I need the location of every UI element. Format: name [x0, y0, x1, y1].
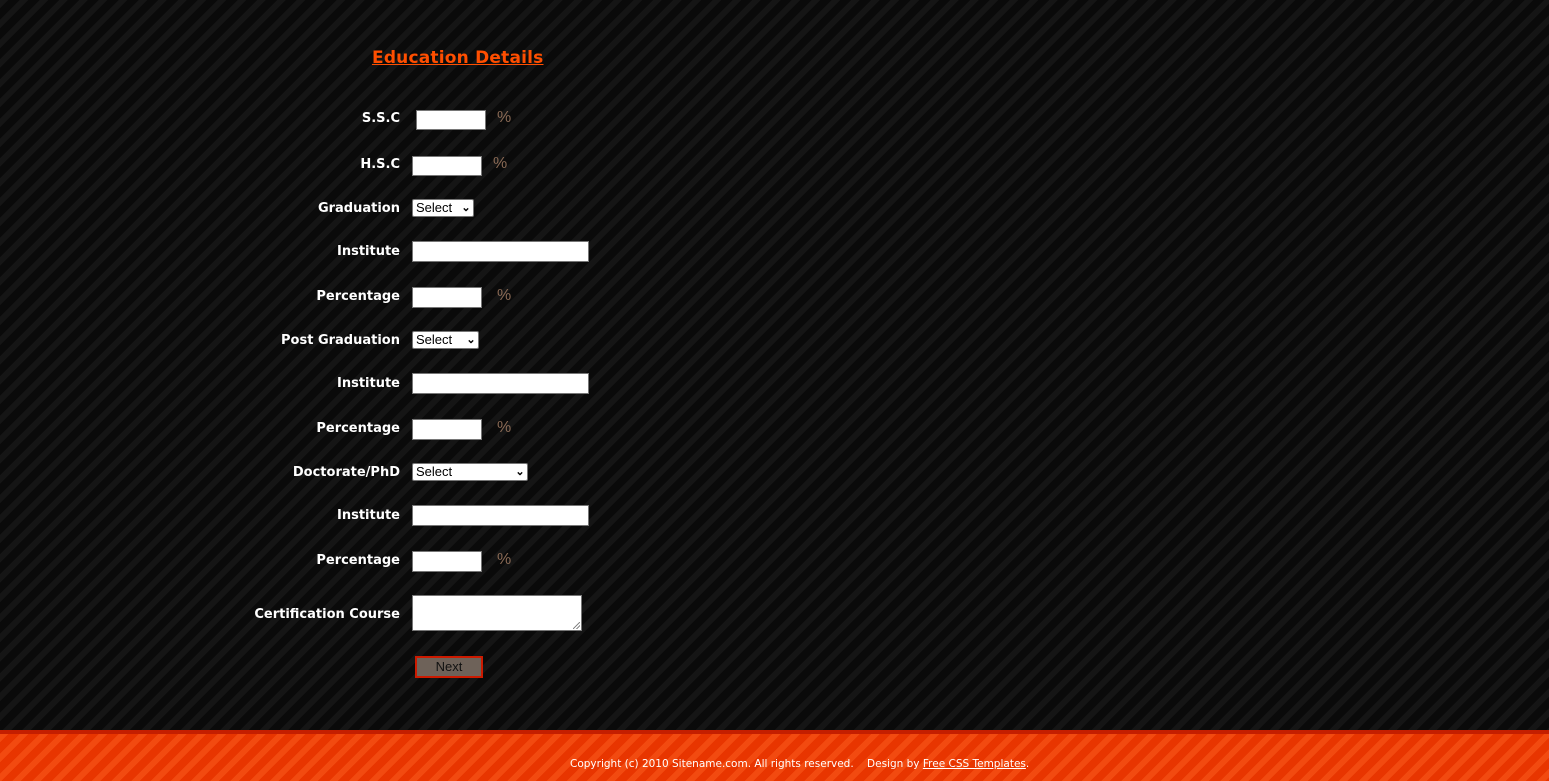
footer-period: . — [1025, 758, 1030, 770]
post-graduation-institute-input[interactable] — [412, 373, 589, 394]
free-css-templates-link[interactable]: Free CSS Templates — [923, 758, 1026, 770]
graduation-select[interactable]: Select ⌄ — [412, 199, 474, 217]
ssc-label: S.S.C — [361, 111, 400, 126]
graduation-percentage-label: Percentage — [316, 289, 400, 304]
doctorate-percent-sign: % — [497, 551, 512, 568]
footer-text: Copyright (c) 2010 Sitename.com. All rig… — [570, 758, 1029, 770]
graduation-institute-input[interactable] — [412, 241, 589, 262]
post-graduation-label: Post Graduation — [281, 333, 400, 348]
resize-handle-icon[interactable] — [573, 622, 580, 629]
graduation-label: Graduation — [317, 201, 400, 216]
footer: Copyright (c) 2010 Sitename.com. All rig… — [0, 730, 1549, 781]
post-graduation-percentage-label: Percentage — [316, 421, 400, 436]
chevron-down-icon: ⌄ — [515, 466, 525, 478]
doctorate-select-value: Select — [416, 464, 453, 479]
graduation-percentage-input[interactable] — [412, 287, 482, 308]
chevron-down-icon: ⌄ — [461, 202, 471, 214]
page-title: Education Details — [372, 48, 544, 68]
certification-course-textarea[interactable] — [412, 595, 582, 631]
hsc-input[interactable] — [412, 156, 482, 176]
doctorate-institute-input[interactable] — [412, 505, 589, 526]
post-graduation-select-value: Select — [416, 332, 453, 347]
doctorate-percentage-input[interactable] — [412, 551, 482, 572]
post-graduation-institute-label: Institute — [336, 376, 400, 391]
post-graduation-select[interactable]: Select ⌄ — [412, 331, 479, 349]
graduation-select-value: Select — [416, 200, 453, 215]
hsc-percent-sign: % — [493, 155, 508, 172]
next-button[interactable]: Next — [415, 656, 483, 678]
post-graduation-percent-sign: % — [497, 419, 512, 436]
doctorate-percentage-label: Percentage — [316, 553, 400, 568]
graduation-institute-label: Institute — [336, 244, 400, 259]
post-graduation-percentage-input[interactable] — [412, 419, 482, 440]
copyright-text: Copyright (c) 2010 Sitename.com. All rig… — [570, 758, 854, 770]
ssc-input[interactable] — [416, 110, 486, 130]
chevron-down-icon: ⌄ — [466, 334, 476, 346]
hsc-label: H.S.C — [360, 157, 400, 172]
certification-course-label: Certification Course — [254, 607, 400, 622]
ssc-percent-sign: % — [497, 109, 512, 126]
graduation-percent-sign: % — [497, 287, 512, 304]
doctorate-select[interactable]: Select ⌄ — [412, 463, 528, 481]
doctorate-label: Doctorate/PhD — [292, 465, 400, 480]
design-by-text: Design by — [867, 758, 920, 770]
doctorate-institute-label: Institute — [336, 508, 400, 523]
